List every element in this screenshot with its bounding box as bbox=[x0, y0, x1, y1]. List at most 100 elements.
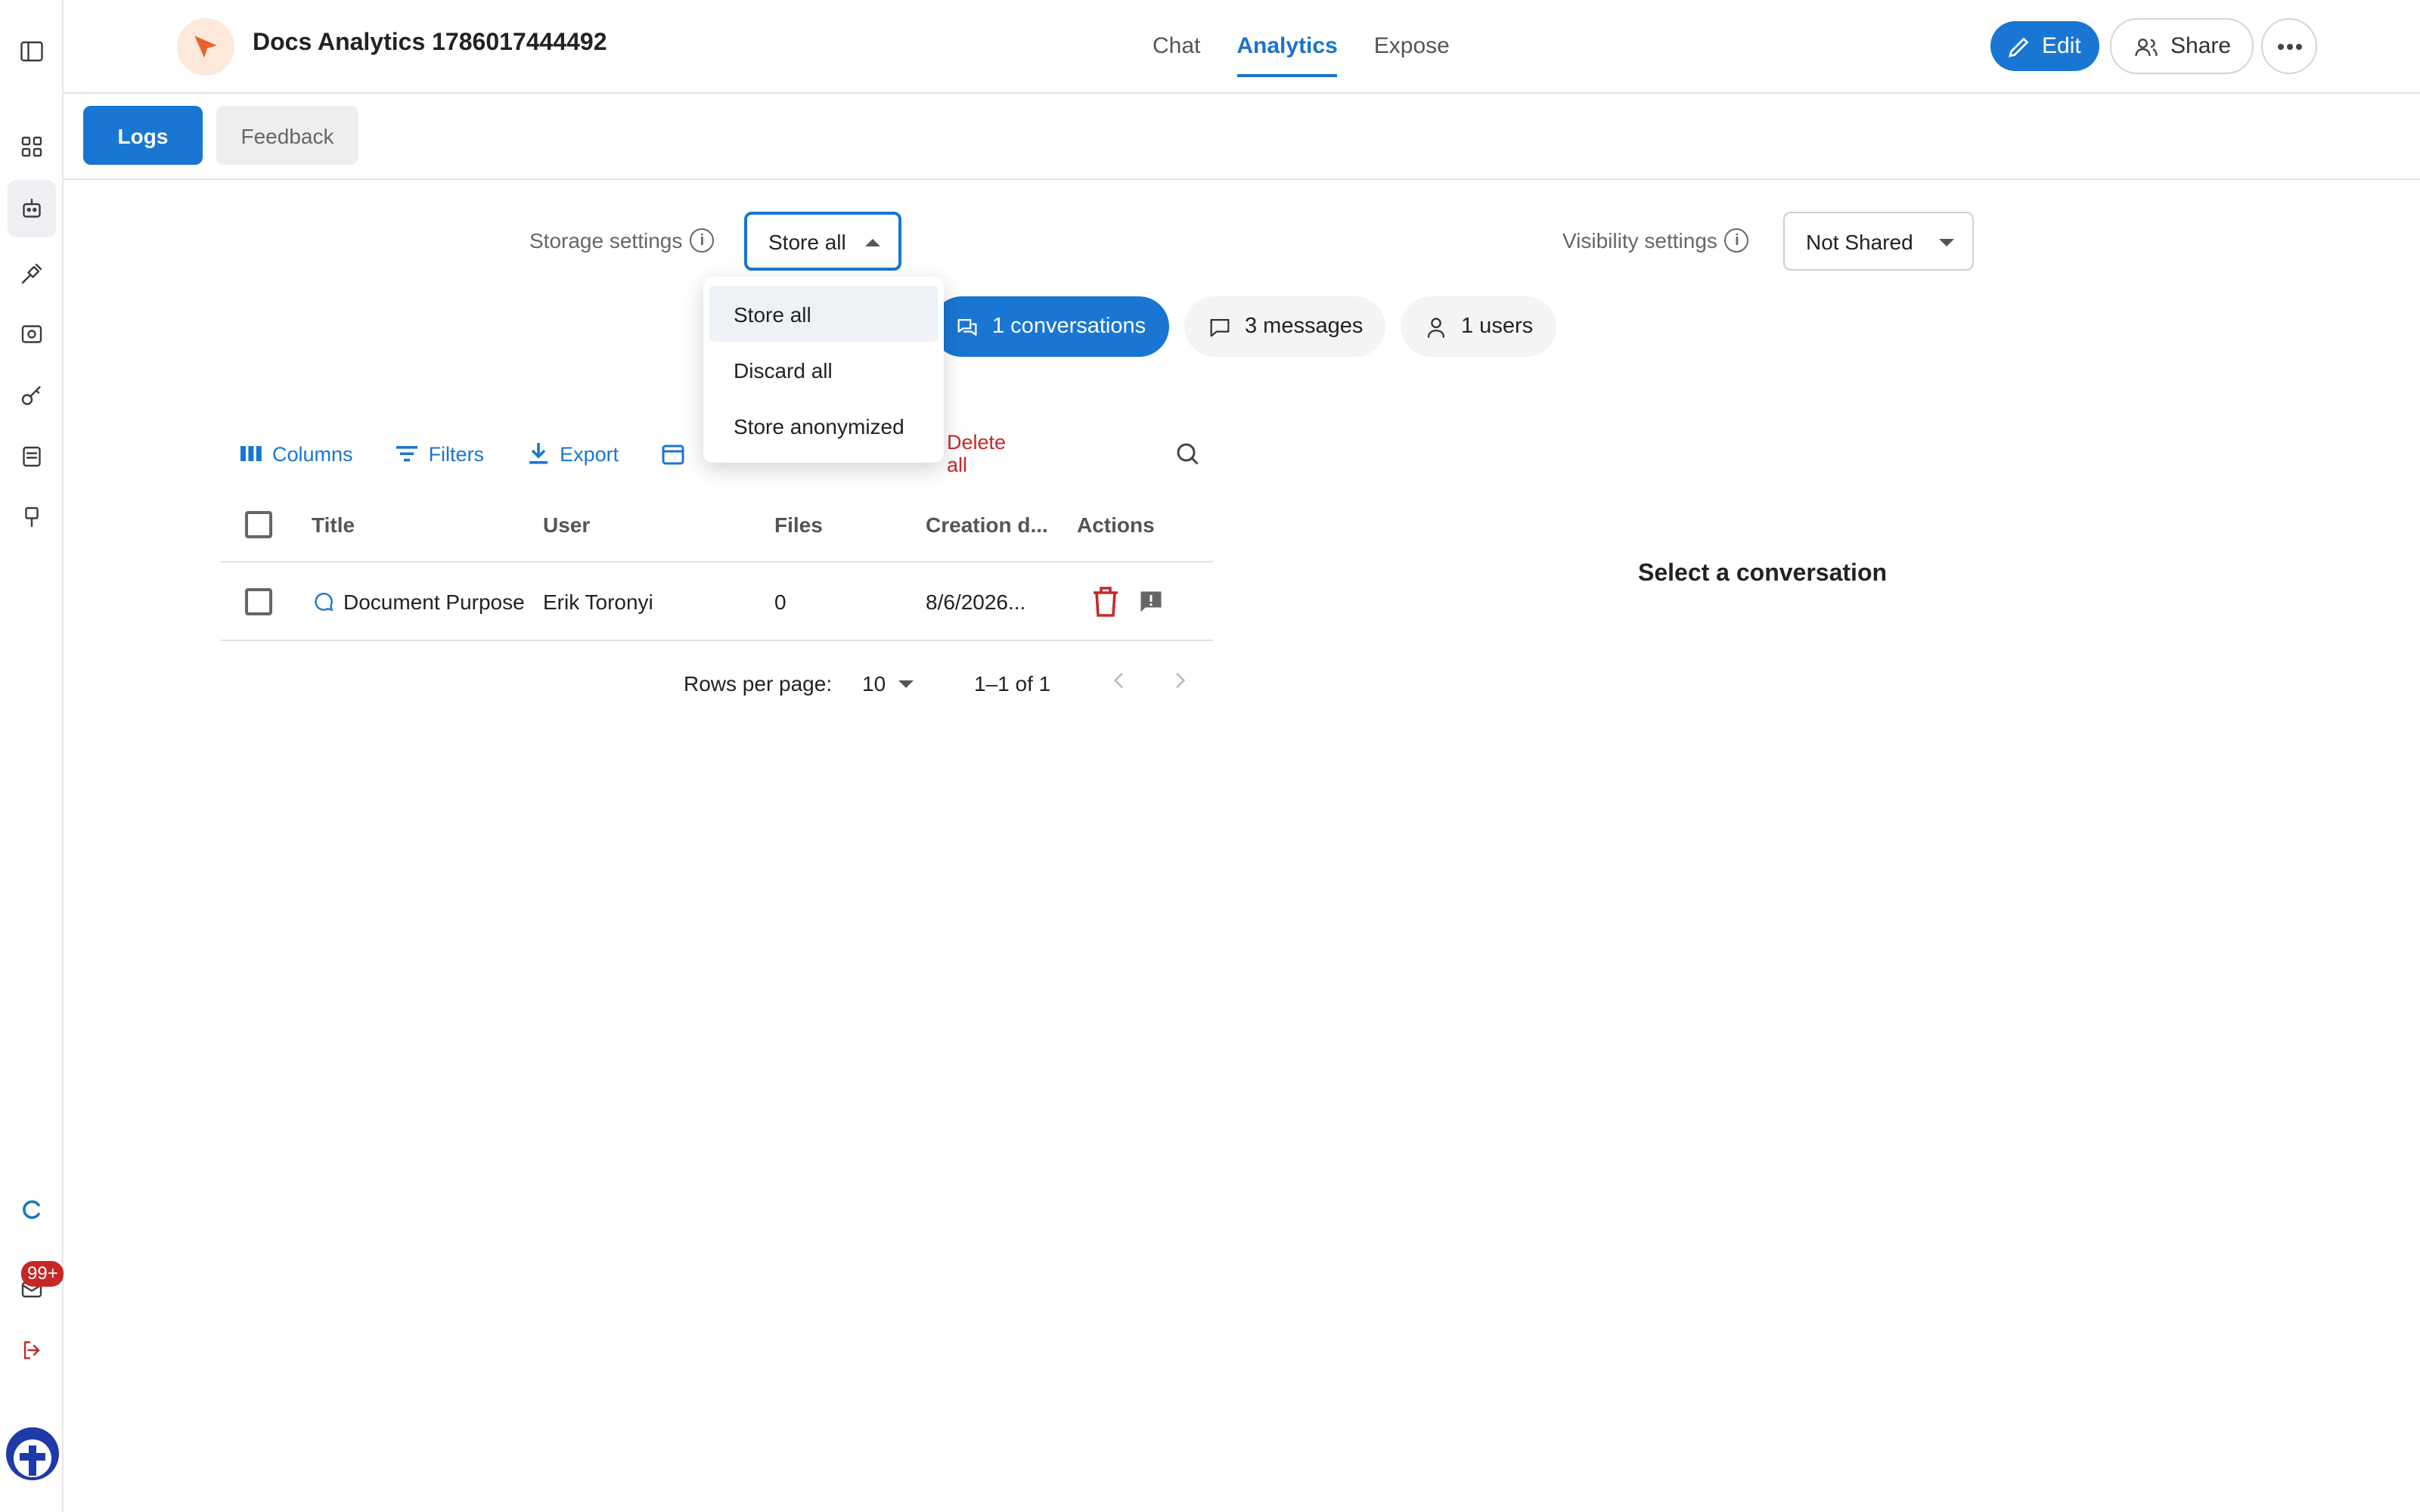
row-title-cell: Document Purpose bbox=[312, 562, 538, 640]
messages-stat[interactable]: 3 messages bbox=[1184, 296, 1386, 357]
share-button[interactable]: Share bbox=[2110, 18, 2254, 74]
next-page-button[interactable] bbox=[1168, 668, 1192, 697]
storage-settings-label: Storage settings i bbox=[529, 228, 715, 253]
columns-button[interactable]: Columns bbox=[239, 442, 353, 466]
app-header: Docs Analytics 1786017444492 Chat Analyt… bbox=[64, 0, 2420, 94]
users-icon bbox=[2135, 38, 2158, 56]
info-icon[interactable]: i bbox=[1724, 228, 1749, 253]
row-user: Erik Toronyi bbox=[543, 589, 653, 613]
row-checkbox[interactable] bbox=[245, 587, 272, 615]
analytics-subtabs: Logs Feedback bbox=[64, 94, 2420, 180]
download-icon bbox=[529, 443, 548, 464]
tab-feedback[interactable]: Feedback bbox=[216, 106, 358, 165]
edit-label: Edit bbox=[2042, 33, 2081, 59]
message-icon bbox=[1210, 318, 1230, 336]
row-created: 8/6/2026... bbox=[926, 589, 1026, 613]
rows-per-page-label: Rows per page: bbox=[684, 671, 833, 696]
date-range-button[interactable] bbox=[661, 442, 685, 466]
select-all-checkbox[interactable] bbox=[245, 510, 272, 538]
share-label: Share bbox=[2170, 33, 2232, 59]
column-header-actions: Actions bbox=[1077, 512, 1155, 536]
conversations-stat[interactable]: 1 conversations bbox=[932, 296, 1169, 357]
brush-icon[interactable] bbox=[12, 497, 51, 537]
search-icon bbox=[1177, 443, 1199, 465]
left-rail: 99+ bbox=[0, 0, 64, 1512]
delete-all-button[interactable]: Delete all bbox=[947, 431, 1006, 476]
storage-settings-select[interactable]: Store all bbox=[744, 212, 901, 271]
column-header-title[interactable]: Title bbox=[312, 487, 355, 561]
plug-icon[interactable] bbox=[12, 254, 51, 293]
column-header-creation-date[interactable]: Creation d... bbox=[926, 487, 1048, 561]
chevron-right-icon bbox=[1176, 672, 1186, 689]
table-header-row: Title User Files Creation d... Actions bbox=[221, 487, 1213, 562]
app-logo bbox=[177, 18, 234, 76]
sidebar-toggle-icon[interactable] bbox=[12, 32, 51, 71]
table-row[interactable]: Document Purpose Erik Toronyi 0 8/6/2026… bbox=[221, 562, 1213, 641]
main-nav: Chat Analytics Expose bbox=[1153, 33, 1450, 77]
empty-detail-message: Select a conversation bbox=[1638, 561, 1888, 587]
previous-page-button[interactable] bbox=[1107, 668, 1131, 697]
columns-label: Columns bbox=[272, 442, 353, 465]
visibility-settings-select[interactable]: Not Shared bbox=[1783, 212, 1974, 271]
rows-per-page-select[interactable]: 10 bbox=[862, 671, 914, 696]
support-icon[interactable] bbox=[12, 1190, 51, 1229]
export-label: Export bbox=[560, 442, 619, 465]
tab-logs[interactable]: Logs bbox=[83, 106, 203, 165]
visibility-settings-text: Visibility settings bbox=[1562, 228, 1717, 253]
storage-settings-text: Storage settings bbox=[529, 228, 683, 253]
option-discard-all[interactable]: Discard all bbox=[703, 342, 944, 398]
storage-options-menu: Store all Discard all Store anonymized bbox=[703, 277, 944, 463]
pagination-range: 1–1 of 1 bbox=[974, 671, 1051, 696]
chats-icon bbox=[957, 318, 977, 336]
scan-icon[interactable] bbox=[12, 314, 51, 354]
export-button[interactable]: Export bbox=[526, 442, 619, 466]
notification-badge: 99+ bbox=[21, 1261, 64, 1287]
caret-down-icon bbox=[898, 680, 914, 687]
user-avatar[interactable] bbox=[6, 1427, 59, 1480]
app-title: Docs Analytics 1786017444492 bbox=[253, 30, 607, 56]
visibility-settings-value: Not Shared bbox=[1806, 229, 1913, 253]
chat-bubble-icon bbox=[315, 592, 334, 611]
bot-icon[interactable] bbox=[8, 180, 56, 237]
conversations-count: 1 conversations bbox=[992, 314, 1146, 339]
filters-button[interactable]: Filters bbox=[396, 442, 485, 466]
conversations-table: Title User Files Creation d... Actions D… bbox=[221, 487, 1213, 641]
columns-icon bbox=[240, 446, 262, 461]
filters-label: Filters bbox=[428, 442, 485, 465]
row-files: 0 bbox=[774, 589, 786, 613]
delete-all-label: Delete all bbox=[947, 431, 1007, 476]
row-actions bbox=[1091, 562, 1165, 640]
logout-icon[interactable] bbox=[12, 1331, 51, 1370]
messages-count: 3 messages bbox=[1245, 314, 1364, 339]
edit-button[interactable]: Edit bbox=[1990, 21, 2099, 71]
storage-settings-value: Store all bbox=[768, 229, 846, 253]
filter-icon bbox=[396, 446, 418, 462]
rows-per-page-value: 10 bbox=[862, 671, 886, 696]
tab-expose[interactable]: Expose bbox=[1374, 33, 1450, 77]
caret-down-icon bbox=[1939, 239, 1954, 246]
dashboard-icon[interactable] bbox=[12, 127, 51, 166]
search-button[interactable] bbox=[1174, 440, 1201, 475]
column-header-user[interactable]: User bbox=[543, 487, 590, 561]
key-icon[interactable] bbox=[12, 376, 51, 416]
tab-analytics[interactable]: Analytics bbox=[1236, 33, 1338, 77]
tab-chat[interactable]: Chat bbox=[1153, 33, 1200, 77]
trash-icon[interactable] bbox=[1091, 584, 1121, 618]
select-all-cell bbox=[245, 487, 272, 561]
document-icon[interactable] bbox=[12, 437, 51, 476]
caret-up-icon bbox=[865, 239, 880, 246]
chevron-left-icon bbox=[1113, 672, 1123, 689]
users-stat[interactable]: 1 users bbox=[1401, 296, 1556, 357]
user-icon bbox=[1427, 317, 1445, 337]
info-icon[interactable]: i bbox=[690, 228, 715, 253]
row-select-cell bbox=[245, 562, 272, 640]
users-count: 1 users bbox=[1461, 314, 1534, 339]
column-header-files[interactable]: Files bbox=[774, 487, 823, 561]
visibility-settings-label: Visibility settings i bbox=[1562, 228, 1749, 253]
more-horizontal-icon bbox=[2277, 43, 2301, 49]
calendar-icon bbox=[662, 445, 684, 465]
more-options-button[interactable] bbox=[2261, 18, 2317, 74]
option-store-all[interactable]: Store all bbox=[709, 286, 938, 342]
feedback-icon[interactable] bbox=[1137, 587, 1165, 615]
option-store-anonymized[interactable]: Store anonymized bbox=[703, 398, 944, 454]
